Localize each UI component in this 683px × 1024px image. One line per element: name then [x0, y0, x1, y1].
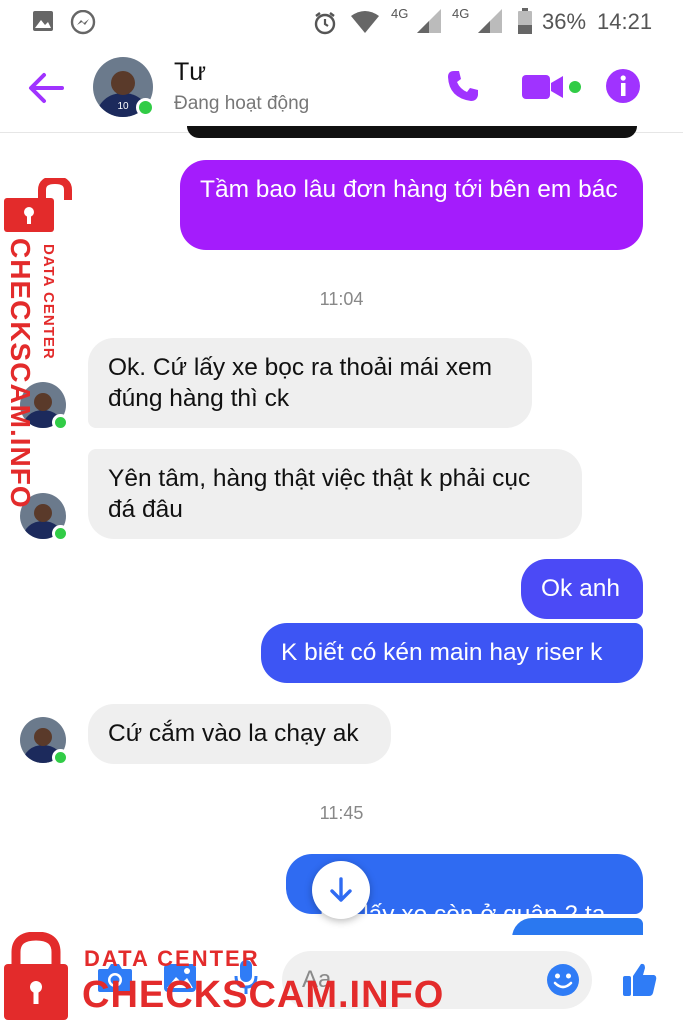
conversation-header: 10 Tư Đang hoạt động — [0, 44, 683, 133]
network-type-2: 4G — [452, 6, 470, 21]
contact-status: Đang hoạt động — [174, 93, 310, 114]
signal-icon-2 — [478, 9, 502, 33]
thumbs-up-icon[interactable] — [622, 961, 658, 997]
message-bubble-received[interactable]: Yên tâm, hàng thật việc thật k phải cục … — [88, 449, 582, 539]
watermark-bottom-text: CHECKSCAM.INFO — [82, 974, 445, 1016]
info-icon[interactable] — [605, 68, 641, 104]
wifi-icon — [351, 11, 379, 33]
timestamp: 11:04 — [319, 289, 364, 309]
battery-percent: 36% — [542, 9, 587, 34]
message-text: Yên tâm, hàng thật việc thật k phải cục … — [108, 465, 531, 523]
message-bubble-sent[interactable]: Tầm bao lâu đơn hàng tới bên em bác — [180, 160, 643, 250]
messenger-icon — [70, 10, 96, 35]
contact-name[interactable]: Tư — [174, 58, 206, 87]
online-indicator — [136, 98, 155, 117]
online-indicator — [52, 525, 69, 542]
emoji-icon[interactable] — [546, 963, 580, 997]
message-bubble-sent[interactable]: K biết có kén main hay riser k — [261, 623, 643, 683]
clock: 14:21 — [597, 9, 653, 34]
online-indicator — [52, 749, 69, 766]
battery-icon — [518, 8, 532, 34]
scroll-to-bottom-button[interactable] — [312, 861, 370, 919]
network-type-1: 4G — [391, 6, 409, 21]
message-text: Ok. Cứ lấy xe bọc ra thoải mái xem đúng … — [108, 354, 493, 412]
online-indicator — [52, 414, 69, 431]
message-bubble-sent[interactable]: Ok anh — [521, 559, 643, 619]
watermark-lock-icon — [4, 932, 68, 1020]
back-arrow-icon[interactable] — [26, 70, 66, 106]
video-active-dot — [569, 81, 581, 93]
gallery-icon — [33, 11, 53, 31]
message-bubble-received[interactable]: Ok. Cứ lấy xe bọc ra thoải mái xem đúng … — [88, 338, 532, 428]
watermark-vertical-text: CHECKSCAM.INFO — [5, 238, 36, 509]
status-bar: 4G 4G 36% 14:21 — [0, 0, 683, 44]
message-text: K biết có kén main hay riser k — [281, 639, 603, 666]
watermark-lock-icon — [4, 178, 72, 232]
arrow-down-icon — [330, 877, 352, 902]
phone-icon[interactable] — [445, 68, 481, 104]
watermark-bottom-subtext: DATA CENTER — [84, 946, 260, 971]
timestamp: 11:45 — [319, 803, 364, 823]
message-text: Tầm bao lâu đơn hàng tới bên em bác — [200, 176, 618, 203]
previous-media-attachment[interactable] — [187, 126, 637, 138]
signal-icon — [417, 9, 441, 33]
svg-text:10: 10 — [117, 101, 129, 112]
message-text: Cứ cắm vào la chạy ak — [108, 720, 359, 747]
video-camera-icon[interactable] — [522, 72, 564, 102]
watermark-vertical-subtext: DATA CENTER — [40, 244, 57, 360]
message-bubble-received[interactable]: Cứ cắm vào la chạy ak — [88, 704, 391, 764]
message-text: Ok anh — [541, 575, 620, 602]
alarm-icon — [314, 12, 336, 35]
